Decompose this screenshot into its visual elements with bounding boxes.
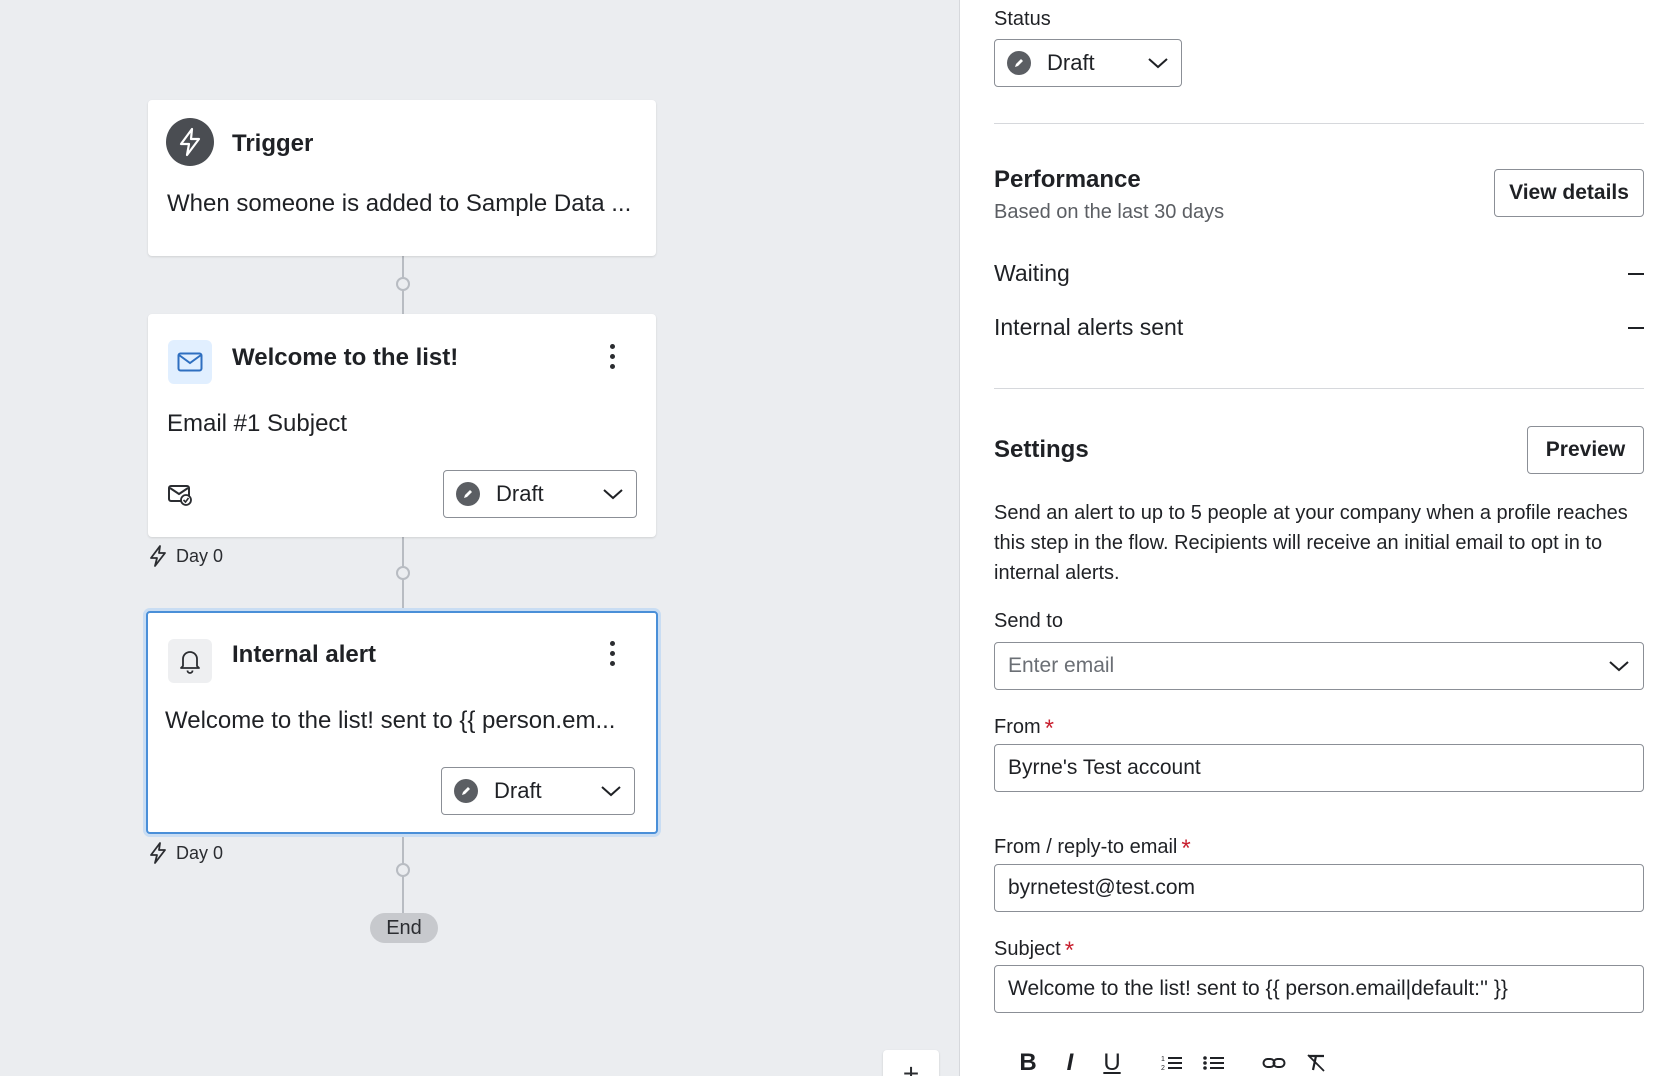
editor-toolbar: B I U 12 [1012,1048,1342,1076]
flow-end-pill: End [370,913,438,943]
alert-step-delay: Day 0 [148,841,223,865]
bullet-list-icon[interactable] [1198,1048,1230,1076]
reply-to-field[interactable]: byrnetest@test.com [994,864,1644,912]
email-check-icon [167,482,193,511]
subject-value: Welcome to the list! sent to {{ person.e… [1008,977,1508,1000]
step-status-value: Draft [1047,50,1095,75]
connector-node[interactable] [396,863,410,877]
lightning-icon [166,118,214,166]
reply-to-label-text: From / reply-to email [994,836,1178,858]
draft-status-icon [454,779,478,803]
chevron-down-icon [603,489,623,500]
email-step-delay: Day 0 [148,544,223,568]
zoom-in-button[interactable]: + [883,1050,939,1076]
section-divider [994,123,1644,124]
internal-alert-title: Internal alert [232,641,377,668]
email-status-label: Draft [496,481,544,506]
preview-button[interactable]: Preview [1527,426,1644,474]
internal-alert-card[interactable]: Internal alert Welcome to the list! sent… [146,611,658,834]
email-step-subject: Email #1 Subject [167,410,348,437]
draft-status-icon [456,482,480,506]
settings-description: Send an alert to up to 5 people at your … [994,502,1628,584]
performance-heading: Performance [994,166,1141,193]
trigger-card[interactable]: Trigger When someone is added to Sample … [148,100,656,256]
settings-heading: Settings [994,436,1089,463]
from-label: From * [994,712,1055,742]
clear-format-icon[interactable] [1300,1048,1332,1076]
lightning-icon [150,842,166,864]
bold-button[interactable]: B [1012,1048,1044,1076]
metric-empty-value [1628,326,1644,329]
italic-button[interactable]: I [1054,1048,1086,1076]
email-step-title: Welcome to the list! [232,344,459,371]
chevron-down-icon [1609,661,1629,672]
bell-icon [168,639,212,683]
alert-status-select[interactable]: Draft [441,767,635,815]
trigger-title: Trigger [232,130,314,157]
email-icon [168,340,212,384]
alert-step-delay-label: Day 0 [176,842,224,863]
subject-label: Subject * [994,934,1075,964]
from-label-text: From [994,716,1041,738]
from-field[interactable]: Byrne's Test account [994,744,1644,792]
connector-node[interactable] [396,566,410,580]
underline-button[interactable]: U [1096,1048,1128,1076]
settings-panel: Status Draft Performance Based on the la… [960,0,1664,1076]
metric-empty-value [1628,272,1644,275]
link-icon[interactable] [1258,1048,1290,1076]
required-asterisk: * [1181,835,1191,862]
status-label: Status [994,8,1051,30]
section-divider [994,388,1644,389]
metric-row-alerts-sent: Internal alerts sent [994,314,1644,341]
subject-field[interactable]: Welcome to the list! sent to {{ person.e… [994,965,1644,1013]
from-value: Byrne's Test account [1008,756,1201,779]
internal-alert-description: Welcome to the list! sent to {{ person.e… [165,707,616,734]
email-status-select[interactable]: Draft [443,470,637,518]
subject-label-text: Subject [994,938,1061,960]
draft-status-icon [1007,51,1031,75]
svg-text:1: 1 [1161,1056,1165,1063]
step-status-select[interactable]: Draft [994,39,1182,87]
reply-to-label: From / reply-to email * [994,832,1191,862]
view-details-button[interactable]: View details [1494,169,1644,217]
email-step-menu-icon[interactable] [600,340,624,372]
connector-node[interactable] [396,277,410,291]
ordered-list-icon[interactable]: 12 [1156,1048,1188,1076]
metric-label: Internal alerts sent [994,314,1184,340]
performance-subtitle: Based on the last 30 days [994,201,1225,223]
chevron-down-icon [601,786,621,797]
svg-text:2: 2 [1161,1065,1165,1072]
flow-canvas[interactable]: Trigger When someone is added to Sample … [0,0,960,1076]
internal-alert-menu-icon[interactable] [600,637,624,669]
chevron-down-icon [1148,58,1168,69]
email-step-card[interactable]: Welcome to the list! Email #1 Subject Dr… [148,314,656,537]
required-asterisk: * [1044,715,1055,742]
metric-row-waiting: Waiting [994,260,1644,287]
metric-label: Waiting [994,260,1070,286]
email-step-delay-label: Day 0 [176,545,224,566]
trigger-description: When someone is added to Sample Data ... [167,190,632,217]
required-asterisk: * [1064,937,1075,964]
lightning-icon [150,545,166,567]
send-to-placeholder: Enter email [1008,654,1115,677]
alert-status-label: Draft [494,778,542,803]
reply-to-value: byrnetest@test.com [1008,876,1196,899]
send-to-select[interactable]: Enter email [994,642,1644,690]
send-to-label: Send to [994,610,1063,632]
